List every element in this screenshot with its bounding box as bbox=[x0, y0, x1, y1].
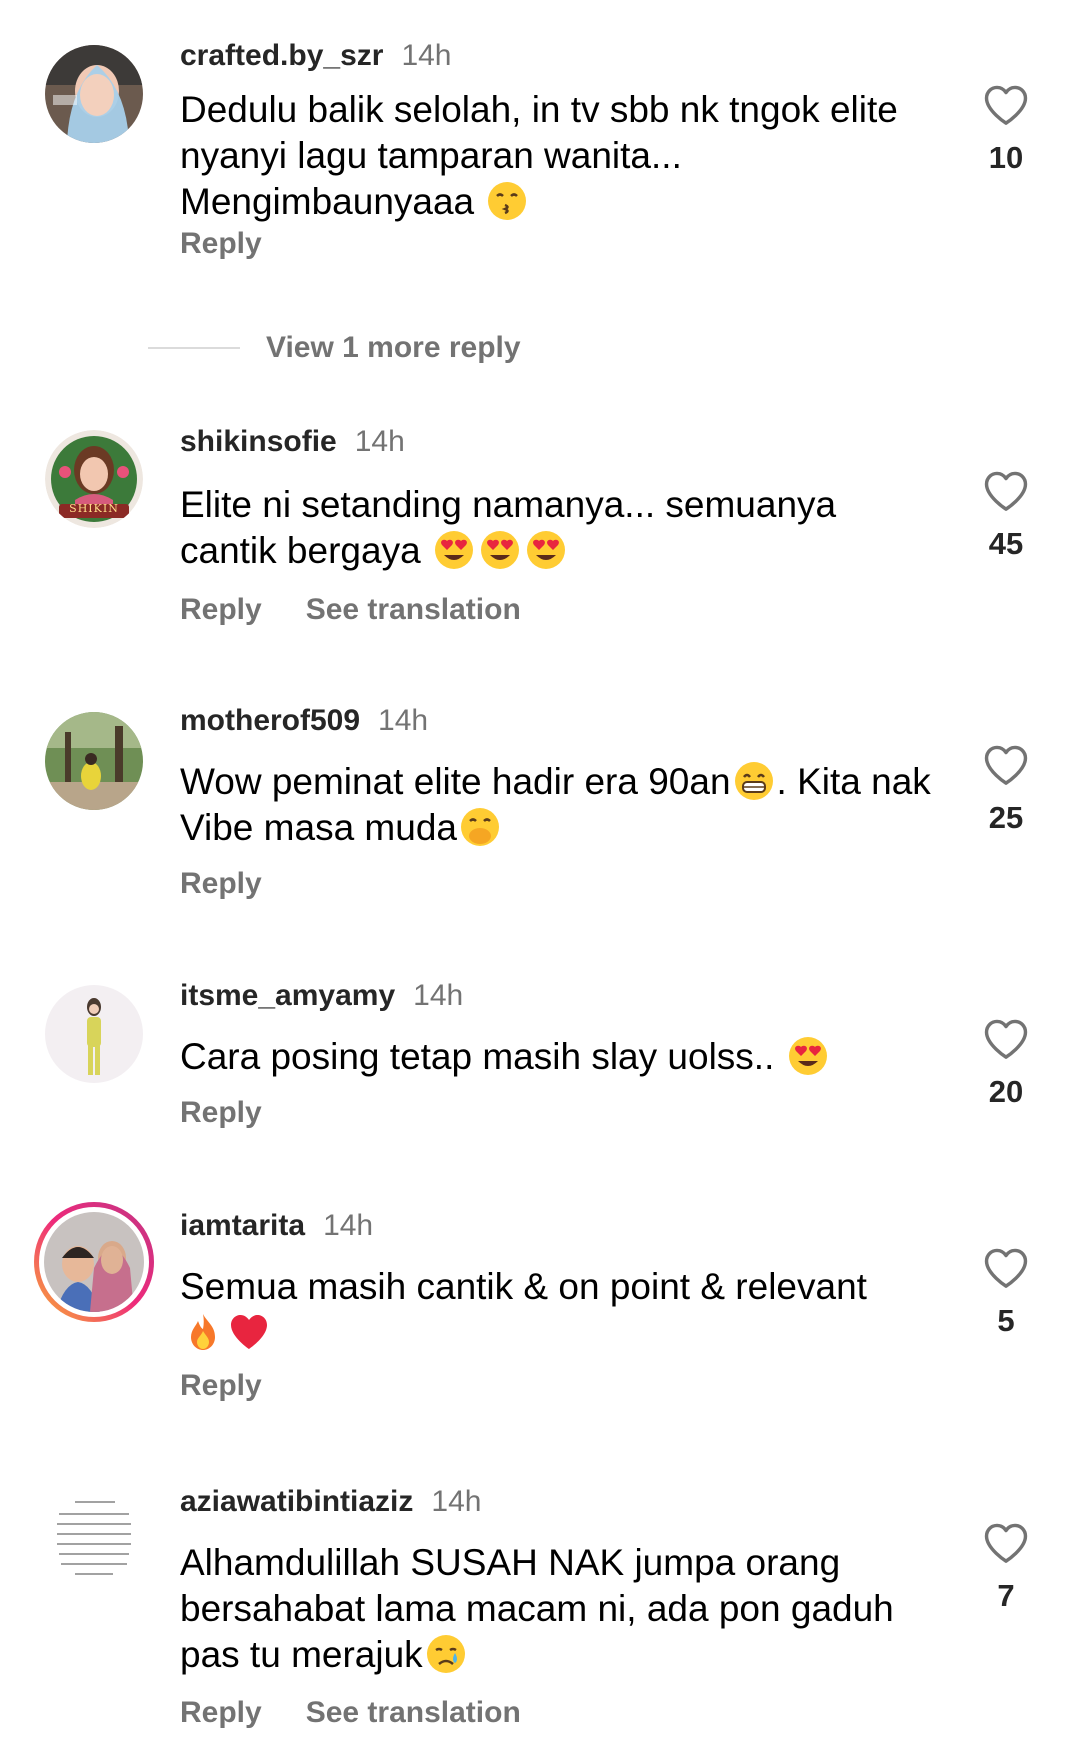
username[interactable]: iamtarita bbox=[180, 1209, 305, 1242]
comment-body-part: Wow peminat elite hadir era 90an bbox=[180, 761, 731, 802]
comment-body: Semua masih cantik & on point & relevant bbox=[180, 1266, 867, 1307]
like-button[interactable]: 25 bbox=[966, 744, 1046, 836]
like-button[interactable]: 5 bbox=[966, 1247, 1046, 1339]
avatar-image bbox=[45, 985, 143, 1083]
like-count: 20 bbox=[988, 1074, 1024, 1109]
avatar-badge-text: SHIKIN bbox=[69, 502, 119, 515]
timestamp: 14h bbox=[401, 39, 452, 72]
avatar[interactable] bbox=[45, 712, 143, 810]
comment-text: Alhamdulillah SUSAH NAK jumpa orang bers… bbox=[180, 1540, 940, 1678]
view-more-replies[interactable]: View 1 more reply bbox=[148, 331, 521, 365]
like-button[interactable]: 45 bbox=[966, 470, 1046, 562]
comment-actions: Reply bbox=[180, 1095, 262, 1131]
heart-icon[interactable] bbox=[983, 1247, 1029, 1289]
heart-eyes-icon bbox=[788, 1037, 827, 1075]
comment-meta: aziawatibintiaziz 14h bbox=[180, 1484, 481, 1520]
like-count: 5 bbox=[997, 1303, 1015, 1338]
comment-text: Cara posing tetap masih slay uolss.. bbox=[180, 1034, 940, 1080]
avatar[interactable] bbox=[45, 45, 143, 143]
reply-button[interactable]: Reply bbox=[180, 1696, 262, 1729]
avatar-image bbox=[44, 1212, 144, 1312]
like-count: 10 bbox=[988, 140, 1024, 175]
heart-icon[interactable] bbox=[983, 84, 1029, 126]
comment-body: Dedulu balik selolah, in tv sbb nk tngok… bbox=[180, 89, 898, 222]
like-button[interactable]: 20 bbox=[966, 1018, 1046, 1110]
kissing-face-icon bbox=[488, 182, 527, 220]
reply-button[interactable]: Reply bbox=[180, 1096, 262, 1129]
comment-actions: Reply bbox=[180, 226, 262, 262]
timestamp: 14h bbox=[431, 1485, 482, 1518]
like-count: 45 bbox=[988, 526, 1024, 561]
heart-icon[interactable] bbox=[983, 744, 1029, 786]
comment-actions: Reply bbox=[180, 866, 262, 902]
timestamp: 14h bbox=[323, 1209, 374, 1242]
crying-face-icon bbox=[426, 1635, 465, 1673]
heart-icon[interactable] bbox=[983, 1018, 1029, 1060]
comment-actions: Reply bbox=[180, 1368, 262, 1404]
reply-button[interactable]: Reply bbox=[180, 593, 262, 626]
reply-button[interactable]: Reply bbox=[180, 1369, 262, 1402]
username[interactable]: crafted.by_szr bbox=[180, 39, 383, 72]
red-heart-icon bbox=[231, 1315, 267, 1349]
timestamp: 14h bbox=[354, 425, 405, 458]
timestamp: 14h bbox=[378, 704, 429, 737]
like-count: 7 bbox=[997, 1578, 1015, 1613]
heart-icon[interactable] bbox=[983, 1522, 1029, 1564]
fire-icon bbox=[191, 1314, 215, 1350]
avatar bbox=[44, 1212, 144, 1312]
comment-actions: Reply See translation bbox=[180, 1695, 521, 1731]
avatar[interactable] bbox=[45, 985, 143, 1083]
heart-icon[interactable] bbox=[983, 470, 1029, 512]
avatar-image bbox=[45, 45, 143, 143]
comment-body: Cara posing tetap masih slay uolss.. bbox=[180, 1036, 775, 1077]
like-count: 25 bbox=[988, 800, 1024, 835]
hand-over-mouth-icon bbox=[460, 808, 499, 846]
avatar-image bbox=[45, 1490, 143, 1588]
comment-meta: shikinsofie 14h bbox=[180, 424, 405, 460]
like-button[interactable]: 10 bbox=[966, 84, 1046, 176]
username[interactable]: shikinsofie bbox=[180, 425, 337, 458]
comment-text: Wow peminat elite hadir era 90an . Kita … bbox=[180, 759, 940, 851]
comment-meta: itsme_amyamy 14h bbox=[180, 978, 463, 1014]
comment-text: Dedulu balik selolah, in tv sbb nk tngok… bbox=[180, 87, 940, 225]
like-button[interactable]: 7 bbox=[966, 1522, 1046, 1614]
comment-meta: crafted.by_szr 14h bbox=[180, 38, 452, 74]
see-translation-button[interactable]: See translation bbox=[306, 593, 521, 626]
grinning-face-icon bbox=[734, 762, 773, 800]
view-more-replies-label[interactable]: View 1 more reply bbox=[266, 331, 521, 364]
heart-eyes-icon bbox=[526, 531, 565, 569]
username[interactable]: itsme_amyamy bbox=[180, 979, 395, 1012]
comment-text: Elite ni setanding namanya... semuanya c… bbox=[180, 482, 940, 574]
divider-line bbox=[148, 347, 240, 349]
heart-eyes-icon bbox=[434, 531, 473, 569]
username[interactable]: aziawatibintiaziz bbox=[180, 1485, 413, 1518]
avatar[interactable] bbox=[45, 1490, 143, 1588]
reply-button[interactable]: Reply bbox=[180, 867, 262, 900]
avatar-story-ring[interactable] bbox=[34, 1202, 154, 1322]
username[interactable]: motherof509 bbox=[180, 704, 360, 737]
avatar-image bbox=[45, 712, 143, 810]
timestamp: 14h bbox=[413, 979, 464, 1012]
comment-meta: motherof509 14h bbox=[180, 703, 428, 739]
comment-text: Semua masih cantik & on point & relevant bbox=[180, 1264, 940, 1356]
reply-button[interactable]: Reply bbox=[180, 227, 262, 260]
comment-body: Alhamdulillah SUSAH NAK jumpa orang bers… bbox=[180, 1542, 894, 1675]
comment-meta: iamtarita 14h bbox=[180, 1208, 373, 1244]
comment-actions: Reply See translation bbox=[180, 592, 521, 628]
heart-eyes-icon bbox=[480, 531, 519, 569]
see-translation-button[interactable]: See translation bbox=[306, 1696, 521, 1729]
